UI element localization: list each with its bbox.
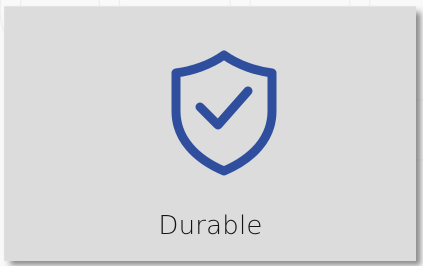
feature-label: Durable — [158, 211, 263, 241]
feature-card: Durable — [4, 6, 416, 261]
shield-check-icon — [171, 50, 277, 176]
feature-tile-stage: Durable — [0, 0, 423, 266]
